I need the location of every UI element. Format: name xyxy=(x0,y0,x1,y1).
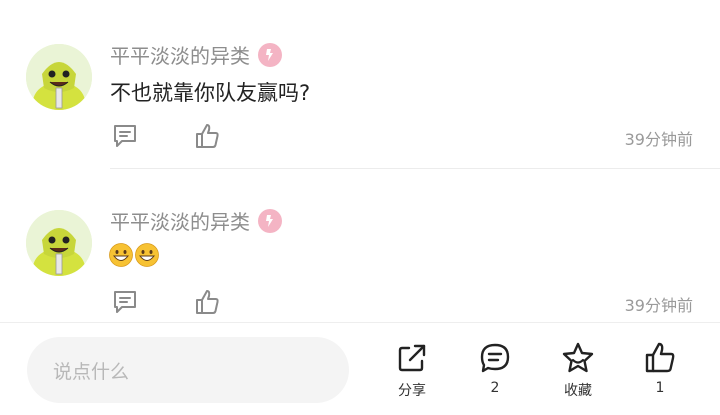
share-button[interactable]: 分享 xyxy=(382,341,442,400)
comment-icon xyxy=(480,343,510,373)
comments-button[interactable]: 2 xyxy=(465,341,525,396)
comment-time: 39分钟前 xyxy=(624,296,693,315)
favorite-button[interactable]: 收藏 xyxy=(548,341,608,400)
comment-count: 2 xyxy=(490,380,500,396)
grinning-face-icon xyxy=(135,243,159,267)
comment-input[interactable]: 说点什么 xyxy=(27,337,349,403)
share-icon xyxy=(398,344,426,372)
avatar[interactable] xyxy=(26,210,92,276)
comment-emoji-row xyxy=(109,243,159,267)
like-button[interactable]: 1 xyxy=(630,341,690,396)
comment-input-placeholder: 说点什么 xyxy=(53,360,130,383)
like-icon[interactable] xyxy=(193,288,221,316)
comment-item: 平平淡淡的异类 39分钟前 xyxy=(0,0,720,320)
thumbs-up-icon xyxy=(645,342,675,373)
username-label: 平平淡淡的异类 xyxy=(110,210,250,234)
reply-icon[interactable] xyxy=(111,288,139,316)
username[interactable]: 平平淡淡的异类 xyxy=(110,206,282,235)
bottom-action-bar: 说点什么 分享 2 收藏 1 xyxy=(0,323,720,415)
user-badge-icon xyxy=(258,208,282,233)
grinning-face-icon xyxy=(109,243,133,267)
star-icon xyxy=(562,342,594,373)
share-label: 分享 xyxy=(398,383,426,399)
favorite-label: 收藏 xyxy=(564,383,592,399)
like-count: 1 xyxy=(655,380,665,396)
